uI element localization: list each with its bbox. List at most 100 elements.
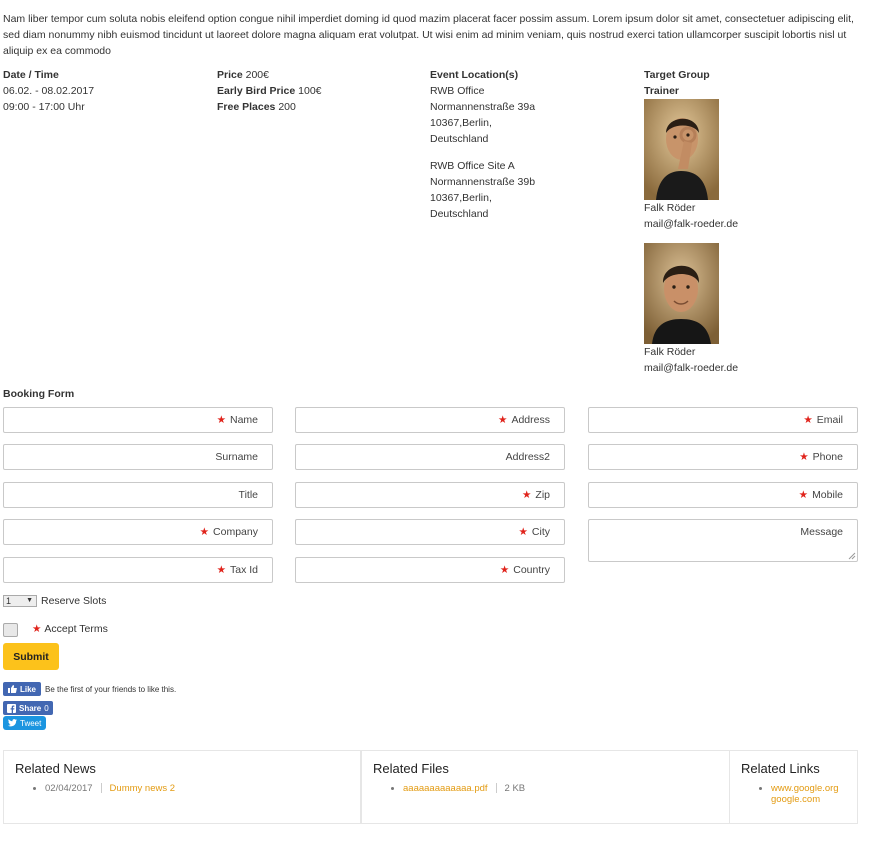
email-input[interactable]: ★ Email [588,407,858,433]
share-button[interactable]: Share 0 [3,701,53,715]
trainer-column: Target Group Trainer Falk Röder mail@fal… [644,67,738,376]
facebook-icon [7,703,16,713]
placeholder-label: Surname [215,451,258,463]
company-input[interactable]: ★ Company [3,519,273,545]
city-input[interactable]: ★ City [295,519,565,545]
related-link[interactable]: www.google.org [771,783,839,794]
location-country: Deutschland [430,208,489,220]
trainer-photo [644,99,719,200]
trainer-1: Falk Röder mail@falk-roeder.de [644,99,738,232]
free-places-label: Free Places [217,101,276,113]
target-group-label: Target Group [644,69,710,81]
list-item: aaaaaaaaaaaaa.pdf 2 KB [403,783,729,794]
name-input[interactable]: ★ Name [3,407,273,433]
like-text: Be the first of your friends to like thi… [45,684,177,694]
trainer-name: Falk Röder [644,346,696,358]
related-link[interactable]: google.com [771,794,820,805]
location-street: Normannenstraße 39a [430,101,536,113]
submit-button[interactable]: Submit [3,643,59,670]
trainer-photo [644,243,719,344]
facebook-like: Like Be the first of your friends to lik… [3,682,176,696]
event-time: 09:00 - 17:00 Uhr [3,101,85,113]
tax-id-input[interactable]: ★ Tax Id [3,557,273,583]
required-icon: ★ [32,622,42,635]
price-column: Price 200€ Early Bird Price 100€ Free Pl… [217,67,322,115]
event-description: Nam liber tempor cum soluta nobis eleife… [3,13,854,57]
required-icon: ★ [799,451,809,463]
location-street: Normannenstraße 39b [430,176,536,188]
location-city: 10367,Berlin, [430,192,492,204]
trainer-name: Falk Röder [644,202,696,214]
reserve-slots: 1 ▼ Reserve Slots [3,595,106,607]
divider [100,783,102,794]
placeholder-label: Zip [535,489,550,501]
related-links-title: Related Links [741,761,820,776]
resize-handle-icon[interactable] [848,552,856,560]
trainer-2: Falk Röder mail@falk-roeder.de [644,243,738,376]
trainer-label: Trainer [644,85,680,97]
list-item: 02/04/2017 Dummy news 2 [45,783,360,794]
phone-input[interactable]: ★ Phone [588,444,858,470]
accept-terms: ★ Accept Terms [3,620,108,637]
location-label: Event Location(s) [430,69,519,81]
required-icon: ★ [216,414,226,426]
location-column: Event Location(s) RWB Office Normannenst… [430,67,535,222]
related-news-box: Related News 02/04/2017 Dummy news 2 [3,750,361,824]
placeholder-label: Mobile [812,489,843,501]
price-label: Price [217,69,243,81]
like-button[interactable]: Like [3,682,42,696]
required-icon: ★ [199,526,210,538]
terms-label: Accept Terms [44,622,108,635]
file-link[interactable]: aaaaaaaaaaaaa.pdf [403,783,488,794]
twitter-icon [8,719,17,727]
divider [495,783,497,794]
tweet-label: Tweet [20,718,42,728]
placeholder-label: City [531,526,550,538]
price-value: 200€ [245,69,269,81]
required-icon: ★ [216,564,226,576]
placeholder-label: Company [213,526,258,538]
slots-label: Reserve Slots [41,595,107,607]
list-item: www.google.orggoogle.com [771,783,857,805]
required-icon: ★ [803,414,813,426]
mobile-input[interactable]: ★ Mobile [588,482,858,508]
booking-form-title: Booking Form [3,388,75,400]
trainer-email: mail@falk-roeder.de [644,218,739,230]
required-icon: ★ [521,489,532,501]
placeholder-label: Address2 [505,451,550,463]
address-input[interactable]: ★ Address [295,407,565,433]
title-input[interactable]: Title [3,482,273,508]
placeholder-label: Title [238,489,258,501]
slots-value: 1 [6,596,12,606]
location-city: 10367,Berlin, [430,117,492,129]
slots-select[interactable]: 1 ▼ [3,595,37,607]
share-count: 0 [44,703,49,713]
placeholder-label: Email [816,414,843,426]
file-size: 2 KB [504,783,526,794]
surname-input[interactable]: Surname [3,444,273,470]
news-link[interactable]: Dummy news 2 [110,783,175,794]
location-1: RWB Office Normannenstraße 39a 10367,Ber… [430,83,535,147]
event-date: 06.02. - 08.02.2017 [3,85,95,97]
trainer-email: mail@falk-roeder.de [644,362,739,374]
required-icon: ★ [499,564,510,576]
placeholder-label: Name [229,414,258,426]
early-bird-value: 100€ [298,85,322,97]
country-input[interactable]: ★ Country [295,557,565,583]
related-news-title: Related News [15,761,96,776]
address2-input[interactable]: Address2 [295,444,565,470]
tweet-button[interactable]: Tweet [3,716,47,730]
thumbs-up-icon [8,685,17,693]
share-label: Share [19,703,42,713]
message-textarea[interactable]: Message [588,519,858,562]
placeholder-label: Country [513,564,550,576]
early-bird-label: Early Bird Price [217,85,296,97]
related-links-box: Related Links www.google.orggoogle.com [729,750,858,824]
zip-input[interactable]: ★ Zip [295,482,565,508]
related-files-title: Related Files [373,761,449,776]
datetime-column: Date / Time 06.02. - 08.02.2017 09:00 - … [3,67,94,115]
required-icon: ★ [518,526,528,538]
free-places-value: 200 [278,101,296,113]
chevron-down-icon: ▼ [26,597,33,604]
terms-checkbox[interactable] [3,623,18,637]
